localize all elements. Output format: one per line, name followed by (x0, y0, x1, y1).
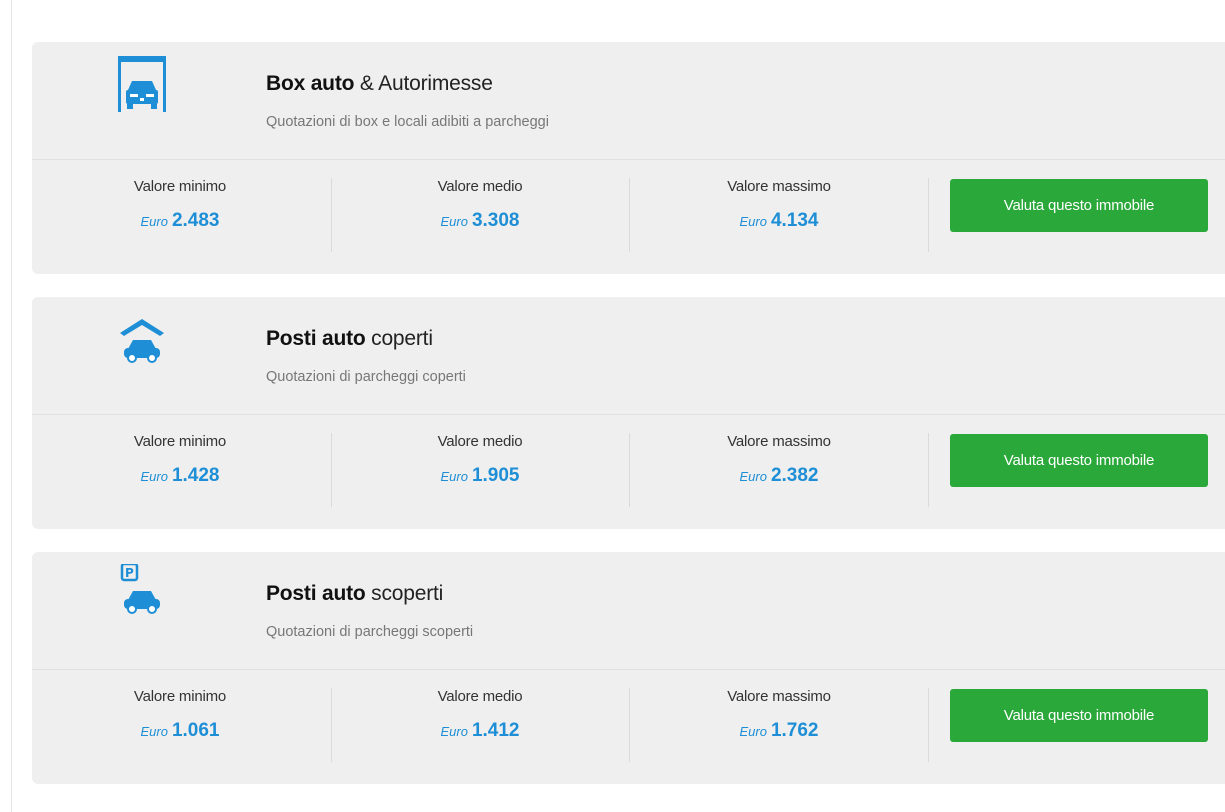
amount: 1.905 (471, 465, 520, 486)
price-cards: Box auto & Autorimesse Quotazioni di box… (32, 42, 1225, 807)
avg-amount: Euro 3.308 (332, 210, 628, 232)
valuta-button[interactable]: Valuta questo immobile (950, 689, 1208, 742)
card-title: Posti auto coperti (266, 327, 433, 351)
avg-label: Valore medio (437, 178, 523, 195)
avg-value: Valore medio Euro 1.412 (332, 688, 628, 742)
avg-label: Valore medio (437, 433, 523, 450)
max-label: Valore massimo (727, 688, 831, 705)
amount: 1.412 (471, 720, 520, 741)
separator (629, 433, 630, 507)
open-parking-icon: P (114, 562, 170, 624)
min-value: Valore minimo Euro 2.483 (32, 178, 328, 232)
avg-amount: Euro 1.412 (332, 720, 628, 742)
amount: 3.308 (471, 210, 520, 231)
card-values: Valore minimo Euro 2.483 Valore medio Eur… (32, 160, 1225, 274)
card-header: Box auto & Autorimesse Quotazioni di box… (32, 42, 1225, 160)
min-amount: Euro 1.061 (32, 720, 328, 742)
amount: 2.483 (171, 210, 220, 231)
max-label: Valore massimo (727, 178, 831, 195)
max-value: Valore massimo Euro 4.134 (631, 178, 927, 232)
garage-box-icon (114, 54, 170, 114)
avg-value: Valore medio Euro 1.905 (332, 433, 628, 487)
card-posti-coperti: Posti auto coperti Quotazioni di parcheg… (32, 297, 1225, 529)
min-label: Valore minimo (133, 433, 227, 450)
valuta-button[interactable]: Valuta questo immobile (950, 434, 1208, 487)
min-value: Valore minimo Euro 1.061 (32, 688, 328, 742)
max-amount: Euro 2.382 (631, 465, 927, 487)
max-amount: Euro 1.762 (631, 720, 927, 742)
currency: Euro (140, 214, 168, 229)
card-header: Posti auto coperti Quotazioni di parcheg… (32, 297, 1225, 415)
card-header: P Posti auto scoperti Quotazioni di parc… (32, 552, 1225, 670)
separator (629, 688, 630, 762)
amount: 2.382 (770, 465, 819, 486)
min-label: Valore minimo (133, 688, 227, 705)
amount: 4.134 (770, 210, 819, 231)
card-subtitle: Quotazioni di parcheggi coperti (266, 369, 466, 385)
card-values: Valore minimo Euro 1.061 Valore medio Eur… (32, 670, 1225, 784)
amount: 1.762 (770, 720, 819, 741)
covered-parking-icon (114, 309, 170, 369)
card-box-auto: Box auto & Autorimesse Quotazioni di box… (32, 42, 1225, 274)
currency: Euro (739, 469, 767, 484)
amount: 1.061 (171, 720, 220, 741)
currency: Euro (140, 724, 168, 739)
card-subtitle: Quotazioni di box e locali adibiti a par… (266, 114, 549, 130)
min-amount: Euro 2.483 (32, 210, 328, 232)
avg-value: Valore medio Euro 3.308 (332, 178, 628, 232)
min-amount: Euro 1.428 (32, 465, 328, 487)
card-title-rest: & Autorimesse (354, 72, 493, 95)
currency: Euro (140, 469, 168, 484)
card-values: Valore minimo Euro 1.428 Valore medio Eur… (32, 415, 1225, 529)
separator (928, 433, 929, 507)
card-title: Box auto & Autorimesse (266, 72, 493, 96)
amount: 1.428 (171, 465, 220, 486)
separator (629, 178, 630, 252)
card-subtitle: Quotazioni di parcheggi scoperti (266, 624, 474, 640)
currency: Euro (440, 724, 468, 739)
card-title-rest: coperti (365, 327, 433, 350)
card-title-bold: Posti auto (266, 582, 366, 605)
max-amount: Euro 4.134 (631, 210, 927, 232)
currency: Euro (440, 214, 468, 229)
left-divider (11, 0, 12, 812)
avg-amount: Euro 1.905 (332, 465, 628, 487)
currency: Euro (440, 469, 468, 484)
card-title-bold: Posti auto (266, 327, 366, 350)
separator (928, 688, 929, 762)
card-posti-scoperti: P Posti auto scoperti Quotazioni di parc… (32, 552, 1225, 784)
card-title-rest: scoperti (365, 582, 444, 605)
max-value: Valore massimo Euro 2.382 (631, 433, 927, 487)
separator (928, 178, 929, 252)
max-label: Valore massimo (727, 433, 831, 450)
card-title: Posti auto scoperti (266, 582, 443, 606)
avg-label: Valore medio (437, 688, 523, 705)
min-value: Valore minimo Euro 1.428 (32, 433, 328, 487)
valuta-button[interactable]: Valuta questo immobile (950, 179, 1208, 232)
svg-text:P: P (125, 566, 134, 580)
currency: Euro (739, 724, 767, 739)
currency: Euro (739, 214, 767, 229)
min-label: Valore minimo (133, 178, 227, 195)
card-title-bold: Box auto (266, 72, 355, 95)
max-value: Valore massimo Euro 1.762 (631, 688, 927, 742)
